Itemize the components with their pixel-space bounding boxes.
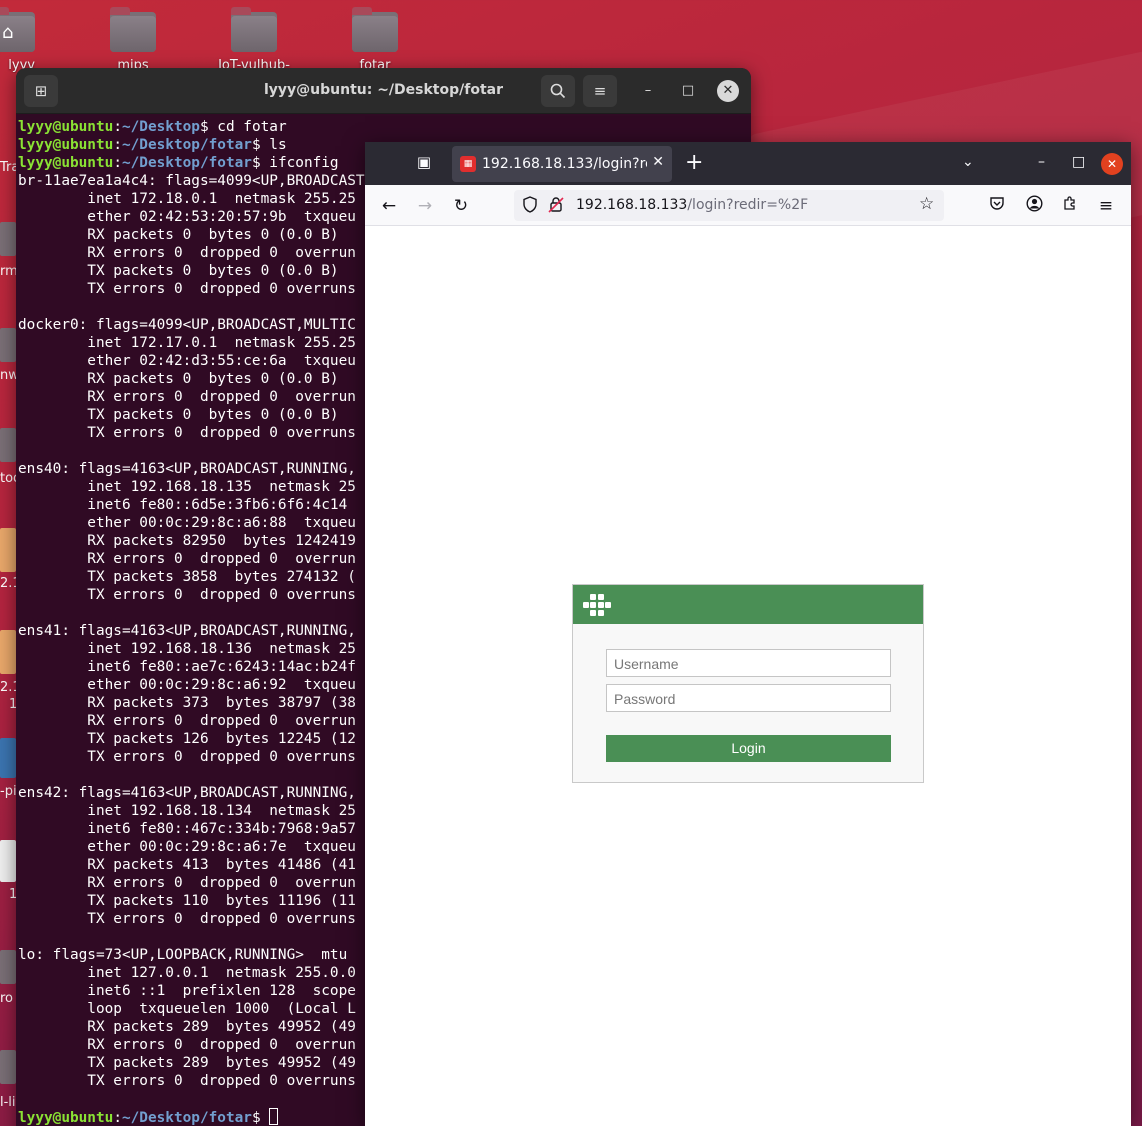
terminal-cursor (269, 1108, 279, 1125)
folder-icon (110, 7, 156, 52)
hamburger-icon: ≡ (1098, 196, 1114, 216)
username-input[interactable]: Username (606, 649, 891, 677)
forward-button[interactable]: → (414, 195, 436, 217)
tracking-protection-shield-icon[interactable] (522, 196, 538, 217)
desktop-icon-thumb[interactable] (0, 328, 16, 362)
minimize-button[interactable]: – (1038, 154, 1045, 170)
search-icon (550, 83, 566, 99)
folder-icon (352, 7, 398, 52)
desktop-icon-thumb[interactable] (0, 428, 16, 462)
prompt-command (261, 1110, 270, 1126)
prompt-path: ~/Desktop/fotar (121, 155, 252, 171)
url-host: 192.168.18.133 (576, 197, 688, 213)
close-button[interactable]: ✕ (1101, 153, 1123, 175)
firefox-view-icon: ▣ (416, 153, 432, 171)
menu-button[interactable]: ≡ (583, 75, 617, 107)
prompt-user: lyyy@ubuntu (18, 1110, 114, 1126)
prompt-user: lyyy@ubuntu (18, 137, 114, 153)
close-button[interactable]: ✕ (717, 80, 739, 102)
maximize-button[interactable]: □ (677, 80, 699, 102)
fortinet-favicon-icon: ▦ (460, 156, 476, 172)
bookmark-star-icon[interactable]: ☆ (919, 194, 934, 214)
desktop-icon-iot-vulhub[interactable]: IoT-vulhub- (209, 4, 299, 73)
image-file-icon[interactable] (0, 528, 16, 572)
prompt-path: ~/Desktop/fotar (121, 1110, 252, 1126)
prompt-user: lyyy@ubuntu (18, 155, 114, 171)
terminal-prompt-line: lyyy@ubuntu:~/Desktop$ cd fotar (18, 119, 287, 135)
text-file-icon[interactable] (0, 840, 16, 882)
terminal-titlebar[interactable]: ⊞ lyyy@ubuntu: ~/Desktop/fotar ≡ – □ ✕ (16, 68, 751, 114)
prompt-path: ~/Desktop (121, 119, 200, 135)
new-tab-button[interactable]: + (685, 150, 703, 175)
hamburger-icon: ≡ (593, 82, 607, 100)
home-folder-icon: ⌂ (0, 7, 35, 52)
desktop-icon-mips[interactable]: mips (88, 4, 178, 73)
pocket-icon (990, 197, 1004, 210)
login-header (573, 585, 923, 624)
tab-login[interactable]: ▦ 192.168.18.133/login?redir=%2F ✕ (452, 146, 672, 182)
password-input[interactable]: Password (606, 684, 891, 712)
fortinet-logo-icon (583, 594, 611, 616)
desktop-icon-home[interactable]: ⌂ lyyv (0, 4, 57, 73)
desktop-icon-fotar[interactable]: fotar (330, 4, 420, 73)
maximize-button[interactable]: □ (1072, 154, 1085, 170)
extensions-button[interactable] (1059, 195, 1081, 217)
login-panel: Username Password Login (572, 584, 924, 783)
insecure-lock-icon[interactable] (548, 196, 564, 217)
navigation-toolbar: ← → ↻ 192.168.18.133/login?redir=%2F ☆ ≡ (365, 185, 1131, 226)
python-file-icon[interactable] (0, 738, 16, 778)
desktop-icon-thumb[interactable] (0, 950, 16, 984)
url-path: /login?redir=%2F (687, 197, 809, 213)
account-icon (1025, 195, 1043, 212)
image-file-icon[interactable] (0, 630, 16, 674)
desktop-icon-thumb[interactable] (0, 222, 16, 256)
firefox-view-button[interactable]: ▣ (413, 153, 435, 175)
url-text: 192.168.18.133/login?redir=%2F (576, 197, 808, 213)
reload-button[interactable]: ↻ (450, 195, 472, 217)
url-bar[interactable]: 192.168.18.133/login?redir=%2F ☆ (514, 190, 944, 221)
pocket-button[interactable] (986, 195, 1008, 217)
prompt-path: ~/Desktop/fotar (121, 137, 252, 153)
minimize-button[interactable]: – (637, 80, 659, 102)
prompt-user: lyyy@ubuntu (18, 119, 114, 135)
login-button[interactable]: Login (606, 735, 891, 762)
prompt-command: cd fotar (208, 119, 287, 135)
page-viewport: Username Password Login (365, 226, 1131, 1126)
firefox-window[interactable]: ▣ ▦ 192.168.18.133/login?redir=%2F ✕ + ⌄… (365, 142, 1131, 1126)
account-button[interactable] (1023, 195, 1045, 217)
tab-bar: ▣ ▦ 192.168.18.133/login?redir=%2F ✕ + ⌄… (365, 142, 1131, 185)
puzzle-icon (1064, 196, 1075, 210)
desktop-icon-thumb[interactable] (0, 1050, 16, 1084)
prompt-command: ls (260, 137, 287, 153)
app-menu-button[interactable]: ≡ (1095, 195, 1117, 217)
tab-close-icon[interactable]: ✕ (652, 154, 664, 170)
search-button[interactable] (541, 75, 575, 107)
folder-icon (231, 7, 277, 52)
tab-title: 192.168.18.133/login?redir=%2F (482, 156, 647, 172)
tab-list-chevron-down-icon[interactable]: ⌄ (962, 154, 974, 170)
prompt-command: ifconfig (260, 155, 339, 171)
back-button[interactable]: ← (378, 195, 400, 217)
